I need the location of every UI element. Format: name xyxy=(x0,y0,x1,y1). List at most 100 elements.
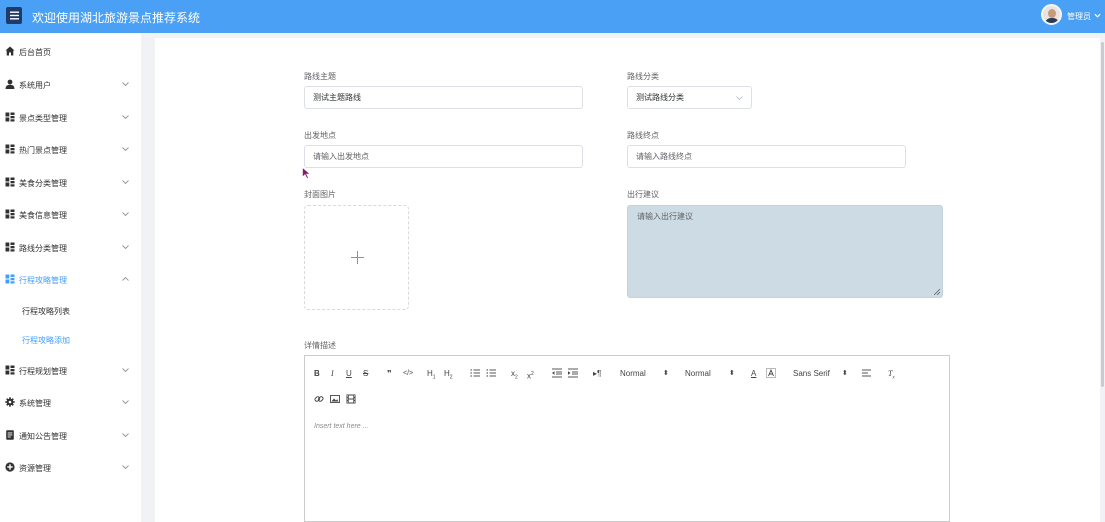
select-arrows-icon: ⬍ xyxy=(842,370,848,377)
background-color-button[interactable] xyxy=(766,368,776,378)
plus-circle-icon xyxy=(5,462,15,472)
sidebar-item-label: 行程规划管理 xyxy=(19,367,67,376)
chevron-down-icon xyxy=(736,96,743,101)
sidebar-item-system-management[interactable]: 系统管理 xyxy=(0,389,141,415)
sidebar-item-label: 美食信息管理 xyxy=(19,211,67,220)
sidebar-item-food-category[interactable]: 美食分类管理 xyxy=(0,169,141,195)
sidebar-item-scenic-type[interactable]: 景点类型管理 xyxy=(0,104,141,130)
top-bar: 欢迎使用湖北旅游景点推荐系统 管理员 xyxy=(0,0,1105,33)
home-icon xyxy=(5,46,15,56)
select-arrows-icon: ⬍ xyxy=(663,370,669,377)
sidebar-item-label: 路线分类管理 xyxy=(19,244,67,253)
travel-advice-label: 出行建议 xyxy=(627,190,659,199)
ordered-list-button[interactable] xyxy=(470,368,480,378)
video-button[interactable] xyxy=(346,394,356,404)
content-top-strip xyxy=(141,33,1105,38)
detail-description-label: 详情描述 xyxy=(304,341,336,350)
header-2-button[interactable]: H2 xyxy=(444,369,453,383)
chevron-down-icon xyxy=(122,115,129,120)
end-point-input[interactable]: 请输入路线终点 xyxy=(627,145,906,168)
clean-format-button[interactable]: Tx xyxy=(888,369,895,384)
sidebar-item-route-category[interactable]: 路线分类管理 xyxy=(0,234,141,260)
sidebar-subitem-guide-add[interactable]: 行程攻略添加 xyxy=(0,327,141,351)
rich-text-editor[interactable]: Insert text here ... xyxy=(304,415,950,522)
route-category-label: 路线分类 xyxy=(627,72,659,81)
header-select[interactable]: Normal ⬍ xyxy=(620,369,669,378)
chevron-down-icon xyxy=(122,368,129,373)
text-color-button[interactable]: A xyxy=(751,369,756,379)
strike-button[interactable]: S xyxy=(363,369,368,379)
start-point-input[interactable]: 请输入出发地点 xyxy=(304,145,583,168)
sidebar-item-notice-management[interactable]: 通知公告管理 xyxy=(0,422,141,448)
sidebar-item-resource-management[interactable]: 资源管理 xyxy=(0,454,141,480)
start-point-label: 出发地点 xyxy=(304,131,336,140)
sidebar-item-label: 系统用户 xyxy=(19,81,51,90)
end-point-label: 路线终点 xyxy=(627,131,659,140)
sidebar-item-itinerary-guide[interactable]: 行程攻略管理 xyxy=(0,266,141,292)
link-button[interactable] xyxy=(314,394,324,404)
direction-button[interactable]: ▸¶ xyxy=(593,369,601,379)
chevron-down-icon xyxy=(122,400,129,405)
sidebar-item-label: 资源管理 xyxy=(19,464,51,473)
blockquote-button[interactable]: ❞ xyxy=(387,369,392,379)
sidebar-subitem-label: 行程攻略添加 xyxy=(22,336,70,345)
font-select[interactable]: Sans Serif ⬍ xyxy=(793,369,848,378)
chevron-down-icon xyxy=(122,465,129,470)
document-icon xyxy=(6,430,14,440)
hamburger-icon xyxy=(9,11,19,20)
user-avatar[interactable] xyxy=(1041,4,1062,25)
user-name[interactable]: 管理员 xyxy=(1067,11,1091,22)
plus-icon xyxy=(351,251,364,264)
indent-decrease-button[interactable] xyxy=(552,368,562,378)
chevron-down-icon xyxy=(122,147,129,152)
grid-icon xyxy=(5,177,15,187)
chevron-down-icon xyxy=(122,433,129,438)
sidebar-item-label: 美食分类管理 xyxy=(19,179,67,188)
chevron-down-icon xyxy=(122,212,129,217)
user-icon xyxy=(5,79,15,89)
align-button[interactable] xyxy=(862,368,872,378)
bullet-list-button[interactable] xyxy=(486,368,496,378)
sidebar-item-hot-scenic[interactable]: 热门景点管理 xyxy=(0,136,141,162)
route-category-select[interactable]: 测试路线分类 xyxy=(627,86,752,109)
sidebar-item-label: 景点类型管理 xyxy=(19,114,67,123)
code-block-button[interactable]: </> xyxy=(403,369,413,379)
link-icon xyxy=(314,396,324,402)
subscript-button[interactable]: x2 xyxy=(511,369,518,383)
resize-grip-icon[interactable] xyxy=(934,289,940,295)
underline-button[interactable]: U xyxy=(346,369,352,379)
sidebar-item-home[interactable]: 后台首页 xyxy=(0,38,141,64)
scrollbar-thumb[interactable] xyxy=(1101,42,1104,387)
cover-image-uploader[interactable] xyxy=(304,205,409,310)
size-select[interactable]: Normal ⬍ xyxy=(685,369,735,378)
header-select-value: Normal xyxy=(620,369,646,378)
chevron-down-icon xyxy=(122,82,129,87)
grid-icon xyxy=(5,365,15,375)
travel-advice-textarea[interactable]: 请输入出行建议 xyxy=(627,205,943,298)
sidebar-item-system-users[interactable]: 系统用户 xyxy=(0,71,141,97)
italic-button[interactable]: I xyxy=(331,369,334,379)
indent-increase-icon xyxy=(568,368,578,378)
sidebar-item-label: 通知公告管理 xyxy=(19,432,67,441)
video-icon xyxy=(346,394,356,404)
editor-placeholder: Insert text here ... xyxy=(314,423,369,430)
hamburger-menu-button[interactable] xyxy=(6,7,22,24)
sidebar-subitem-guide-list[interactable]: 行程攻略列表 xyxy=(0,298,141,322)
size-select-value: Normal xyxy=(685,369,711,378)
highlight-icon xyxy=(766,368,776,378)
editor-toolbar xyxy=(304,355,950,416)
content-gutter xyxy=(141,33,155,522)
image-button[interactable] xyxy=(330,394,340,404)
indent-increase-button[interactable] xyxy=(568,368,578,378)
header-1-button[interactable]: H1 xyxy=(427,369,436,383)
route-theme-input[interactable]: 测试主题路线 xyxy=(304,86,583,109)
chevron-down-icon[interactable] xyxy=(1094,12,1101,19)
chevron-down-icon xyxy=(122,245,129,250)
sidebar-item-food-info[interactable]: 美食信息管理 xyxy=(0,201,141,227)
route-theme-label: 路线主题 xyxy=(304,72,336,81)
grid-icon xyxy=(5,209,15,219)
bold-button[interactable]: B xyxy=(314,369,320,379)
sidebar-item-itinerary-plan[interactable]: 行程规划管理 xyxy=(0,357,141,383)
superscript-button[interactable]: x2 xyxy=(527,369,534,382)
select-arrows-icon: ⬍ xyxy=(729,370,735,377)
